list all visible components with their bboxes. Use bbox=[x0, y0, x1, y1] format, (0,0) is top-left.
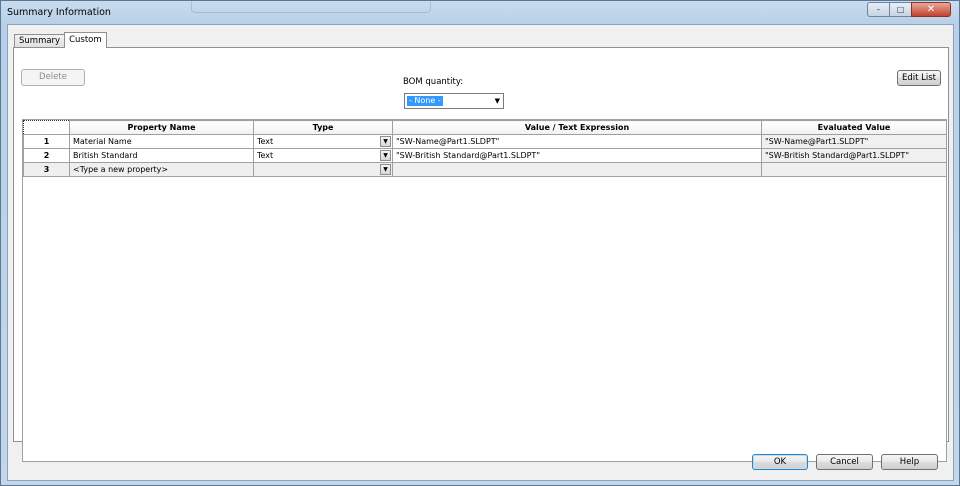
column-header-type[interactable]: Type bbox=[253, 120, 393, 135]
table-row: 2 British Standard Text ▼ "SW-British Sta… bbox=[23, 148, 947, 163]
edit-list-button[interactable]: Edit List bbox=[897, 70, 941, 86]
tab-summary[interactable]: Summary bbox=[14, 34, 66, 48]
type-value: Text bbox=[257, 151, 274, 160]
background-window-ghost bbox=[191, 1, 431, 13]
tab-custom[interactable]: Custom bbox=[64, 32, 107, 48]
chevron-down-icon: ▼ bbox=[494, 97, 500, 105]
custom-tab-panel: Delete BOM quantity: - None - ▼ Edit Lis… bbox=[13, 47, 949, 462]
bom-quantity-label: BOM quantity: bbox=[403, 77, 464, 87]
value-expression-cell[interactable]: "SW-Name@Part1.SLDPT" bbox=[392, 134, 762, 149]
tab-strip: Summary Custom bbox=[14, 32, 107, 48]
close-button[interactable]: ✕ bbox=[911, 2, 951, 17]
dialog-client-area: Summary Custom Delete BOM quantity: - No… bbox=[7, 24, 954, 481]
window-controls: – □ ✕ bbox=[867, 2, 951, 18]
evaluated-value-cell: "SW-British Standard@Part1.SLDPT" bbox=[761, 148, 947, 163]
minimize-button[interactable]: – bbox=[867, 2, 889, 17]
type-cell[interactable]: Text ▼ bbox=[253, 134, 393, 149]
property-name-cell[interactable]: Material Name bbox=[69, 134, 254, 149]
column-header-property-name[interactable]: Property Name bbox=[69, 120, 254, 135]
type-cell[interactable]: Text ▼ bbox=[253, 148, 393, 163]
type-value: Text bbox=[257, 137, 274, 146]
table-row: 1 Material Name Text ▼ "SW-Name@Part1.SLD… bbox=[23, 134, 947, 149]
bom-quantity-value: - None - bbox=[407, 96, 443, 106]
select-all-corner[interactable] bbox=[23, 120, 70, 135]
title-bar[interactable]: Summary Information – □ ✕ bbox=[1, 1, 959, 24]
value-expression-cell[interactable]: "SW-British Standard@Part1.SLDPT" bbox=[392, 148, 762, 163]
evaluated-value-cell bbox=[761, 162, 947, 177]
help-button[interactable]: Help bbox=[881, 454, 938, 470]
maximize-icon: □ bbox=[896, 5, 905, 14]
close-icon: ✕ bbox=[926, 4, 936, 15]
evaluated-value-cell: "SW-Name@Part1.SLDPT" bbox=[761, 134, 947, 149]
maximize-button[interactable]: □ bbox=[889, 2, 911, 17]
summary-information-dialog: Summary Information – □ ✕ Summary Custom… bbox=[0, 0, 960, 486]
window-title: Summary Information bbox=[7, 7, 111, 18]
cancel-button[interactable]: Cancel bbox=[816, 454, 873, 470]
minimize-icon: – bbox=[876, 5, 881, 14]
column-header-value[interactable]: Value / Text Expression bbox=[392, 120, 762, 135]
ok-button[interactable]: OK bbox=[752, 454, 808, 470]
row-number[interactable]: 2 bbox=[23, 148, 70, 163]
chevron-down-icon[interactable]: ▼ bbox=[380, 136, 391, 147]
header-row: Property Name Type Value / Text Expressi… bbox=[23, 120, 947, 135]
bom-quantity-select[interactable]: - None - ▼ bbox=[404, 93, 504, 109]
properties-table: Property Name Type Value / Text Expressi… bbox=[23, 120, 947, 177]
type-cell[interactable]: ▼ bbox=[253, 162, 393, 177]
custom-properties-grid: Property Name Type Value / Text Expressi… bbox=[22, 119, 947, 462]
value-expression-cell[interactable] bbox=[392, 162, 762, 177]
chevron-down-icon[interactable]: ▼ bbox=[380, 150, 391, 161]
new-property-row: 3 <Type a new property> ▼ bbox=[23, 162, 947, 177]
row-number[interactable]: 3 bbox=[23, 162, 70, 177]
property-name-cell[interactable]: British Standard bbox=[69, 148, 254, 163]
delete-button[interactable]: Delete bbox=[21, 69, 85, 86]
chevron-down-icon[interactable]: ▼ bbox=[380, 164, 391, 175]
row-number[interactable]: 1 bbox=[23, 134, 70, 149]
column-header-evaluated-value[interactable]: Evaluated Value bbox=[761, 120, 947, 135]
new-property-name-cell[interactable]: <Type a new property> bbox=[69, 162, 254, 177]
